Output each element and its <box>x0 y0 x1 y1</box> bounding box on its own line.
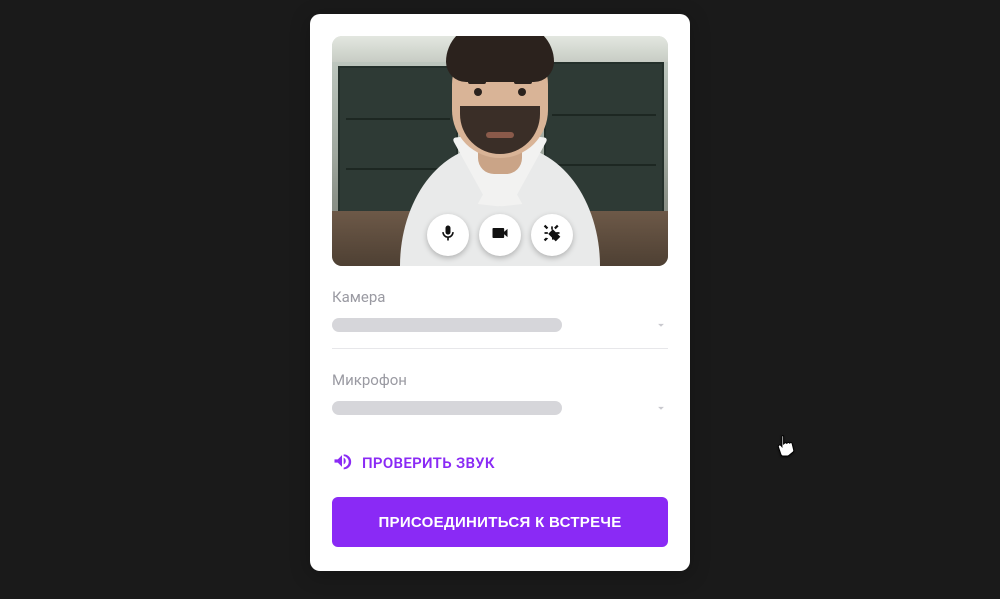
check-sound-label: ПРОВЕРИТЬ ЗВУК <box>362 454 495 472</box>
pre-join-card: Камера Микрофон ПРОВЕРИТЬ ЗВУК ПРИСОЕДИН… <box>310 14 690 571</box>
microphone-icon <box>438 223 458 247</box>
microphone-select-value-placeholder <box>332 401 562 415</box>
check-sound-button[interactable]: ПРОВЕРИТЬ ЗВУК <box>332 451 668 475</box>
preview-controls <box>427 214 573 256</box>
microphone-select[interactable] <box>332 401 668 415</box>
camera-select[interactable] <box>332 318 668 332</box>
camera-select-value-placeholder <box>332 318 562 332</box>
camera-preview <box>332 36 668 266</box>
chevron-down-icon <box>654 318 668 332</box>
speaker-icon <box>332 451 352 475</box>
camera-label: Камера <box>332 288 668 306</box>
pointer-cursor-icon <box>773 432 799 462</box>
join-meeting-button[interactable]: ПРИСОЕДИНИТЬСЯ К ВСТРЕЧЕ <box>332 497 668 547</box>
microphone-label: Микрофон <box>332 371 668 389</box>
toggle-microphone-button[interactable] <box>427 214 469 256</box>
join-meeting-label: ПРИСОЕДИНИТЬСЯ К ВСТРЕЧЕ <box>378 514 621 531</box>
video-camera-icon <box>490 223 510 247</box>
chevron-down-icon <box>654 401 668 415</box>
microphone-field: Микрофон <box>332 371 668 431</box>
camera-field: Камера <box>332 288 668 349</box>
toggle-effects-button[interactable] <box>531 214 573 256</box>
toggle-camera-button[interactable] <box>479 214 521 256</box>
magic-wand-icon <box>542 223 562 247</box>
